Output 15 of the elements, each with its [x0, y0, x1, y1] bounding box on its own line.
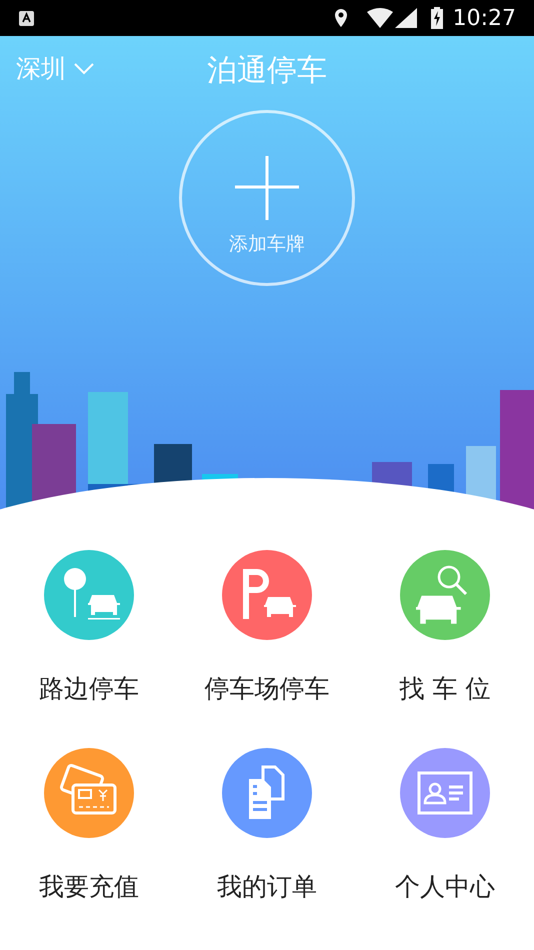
menu-item[interactable]: 我的订单 [217, 748, 317, 905]
menu-item[interactable]: 我要充值 [39, 748, 139, 905]
app-title: 泊通停车 [207, 53, 327, 88]
location-icon [332, 8, 349, 28]
chevron-down-icon [74, 62, 94, 75]
wifi-icon [366, 8, 393, 28]
clock: 10:27 [452, 4, 516, 32]
plus-icon [235, 156, 299, 220]
menu-item[interactable]: 停车场停车 [204, 550, 330, 708]
signal-icon [394, 8, 417, 28]
notification-icon [18, 10, 35, 26]
menu-item[interactable]: 个人中心 [395, 748, 495, 905]
battery-icon [430, 7, 443, 29]
menu-item[interactable]: 找 车 位 [400, 550, 490, 708]
menu-item[interactable]: 路边停车 [39, 550, 139, 708]
